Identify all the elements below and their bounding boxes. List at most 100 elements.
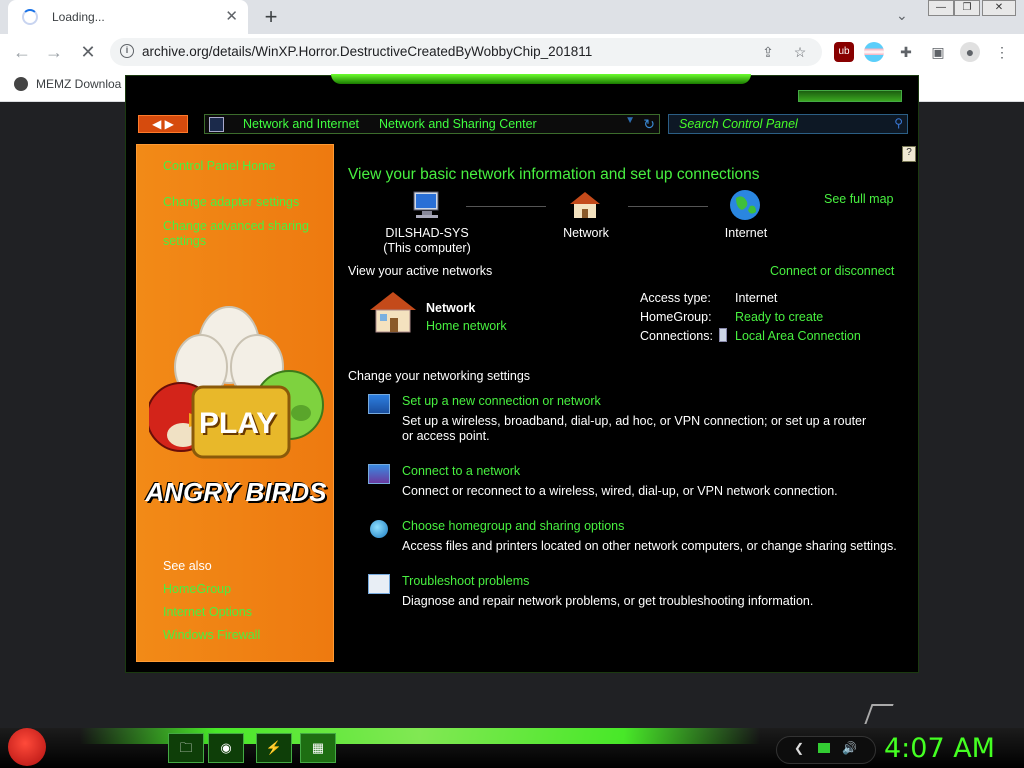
map-node-computer-label: DILSHAD-SYS xyxy=(385,226,469,240)
homegroup-globe-icon xyxy=(370,520,388,538)
homegroup-value-link[interactable]: Ready to create xyxy=(735,310,823,324)
task-troubleshoot-desc: Diagnose and repair network problems, or… xyxy=(402,594,814,608)
browser-tab-strip: Loading... ✕ + ⌄ — ❐ ✕ xyxy=(0,0,1024,34)
internet-globe-icon xyxy=(730,190,760,220)
stop-loading-icon[interactable]: ✕ xyxy=(76,41,100,63)
share-icon[interactable]: ⇪ xyxy=(758,42,778,62)
maximize-button[interactable]: ❐ xyxy=(954,0,980,16)
map-node-network-label: Network xyxy=(563,226,609,240)
tab-title: Loading... xyxy=(52,10,105,24)
side-panel-icon[interactable]: ▣ xyxy=(928,42,948,62)
tray-volume-icon[interactable]: 🔊 xyxy=(842,741,857,755)
bookmark-favicon-icon xyxy=(14,77,28,91)
sidebar-internet-options[interactable]: Internet Options xyxy=(163,605,252,619)
tab-search-chevron-icon[interactable]: ⌄ xyxy=(896,7,908,24)
bookmark-star-icon[interactable]: ☆ xyxy=(790,42,810,62)
connect-disconnect-link[interactable]: Connect or disconnect xyxy=(770,264,894,278)
sidebar-change-adapter-settings[interactable]: Change adapter settings xyxy=(163,195,299,209)
homegroup-key: HomeGroup: xyxy=(640,310,712,324)
window-top-glow xyxy=(331,74,751,84)
taskbar-chrome-icon[interactable]: ◉ xyxy=(208,733,244,763)
page-title: View your basic network information and … xyxy=(348,166,760,183)
back-arrow-icon[interactable]: ← xyxy=(10,41,34,63)
sidebar-windows-firewall[interactable]: Windows Firewall xyxy=(163,628,260,642)
search-placeholder: Search Control Panel xyxy=(679,117,798,131)
help-icon[interactable]: ? xyxy=(902,146,916,162)
connect-network-icon xyxy=(368,464,390,484)
task-setup-connection-desc: Set up a wireless, broadband, dial-up, a… xyxy=(402,414,867,443)
taskbar-clock[interactable]: 4:07 AM xyxy=(884,733,995,764)
task-homegroup-link[interactable]: Choose homegroup and sharing options xyxy=(402,519,624,533)
breadcrumb-network-internet[interactable]: Network and Internet xyxy=(243,117,359,131)
menu-kebab-icon[interactable]: ⋮ xyxy=(992,42,1012,62)
map-link-line xyxy=(466,206,546,207)
task-setup-connection-link[interactable]: Set up a new connection or network xyxy=(402,394,601,408)
new-connection-icon xyxy=(368,394,390,414)
sidebar: Control Panel Home Change adapter settin… xyxy=(136,144,334,662)
connections-key: Connections: xyxy=(640,329,713,343)
see-also-label: See also xyxy=(163,559,212,573)
tray-network-icon[interactable] xyxy=(818,743,830,753)
task-connect-network-link[interactable]: Connect to a network xyxy=(402,464,520,478)
bookmark-item[interactable]: MEMZ Downloa xyxy=(14,77,121,91)
bookmark-label: MEMZ Downloa xyxy=(36,77,122,91)
back-forward-buttons[interactable]: ◀ ▶ xyxy=(138,115,188,133)
control-panel-icon xyxy=(209,117,224,132)
taskbar-network-icon[interactable]: ⚡ xyxy=(256,733,292,763)
browser-toolbar: ← → ✕ i archive.org/details/WinXP.Horror… xyxy=(0,34,1024,70)
task-troubleshoot-link[interactable]: Troubleshoot problems xyxy=(402,574,529,588)
map-link-line xyxy=(628,206,708,207)
tab-close-icon[interactable]: ✕ xyxy=(225,7,238,25)
refresh-icon[interactable]: ↻ xyxy=(643,116,655,133)
explorer-navbar: ◀ ▶ Network and Internet Network and Sha… xyxy=(138,114,908,136)
map-node-computer-sub: (This computer) xyxy=(383,241,471,255)
loading-spinner-icon xyxy=(22,9,38,25)
access-type-value: Internet xyxy=(735,291,778,305)
ublock-extension-icon[interactable]: ub xyxy=(834,42,854,62)
home-network-icon xyxy=(370,292,416,333)
url-text[interactable]: archive.org/details/WinXP.Horror.Destruc… xyxy=(142,44,592,59)
main-content: ? View your basic network information an… xyxy=(334,144,916,664)
search-icon[interactable]: ⚲ xyxy=(894,116,903,130)
network-type-link[interactable]: Home network xyxy=(426,319,507,333)
sidebar-homegroup[interactable]: HomeGroup xyxy=(163,582,231,596)
access-type-key: Access type: xyxy=(640,291,711,305)
mouse-pointer-icon xyxy=(864,704,894,724)
control-panel-window: ◀ ▶ Network and Internet Network and Sha… xyxy=(125,74,919,673)
profile-avatar-icon[interactable]: ● xyxy=(960,42,980,62)
breadcrumb-address-bar[interactable]: Network and Internet Network and Sharing… xyxy=(204,114,660,134)
site-info-icon[interactable]: i xyxy=(120,44,134,58)
start-button-bird-icon[interactable] xyxy=(8,728,46,766)
troubleshoot-icon xyxy=(368,574,390,594)
extensions-puzzle-icon[interactable]: ✚ xyxy=(896,42,916,62)
close-window-button[interactable]: ✕ xyxy=(982,0,1016,16)
change-settings-label: Change your networking settings xyxy=(348,369,531,383)
banner-title-text: ANGRY BIRDS xyxy=(145,477,327,507)
tray-chevron-icon[interactable]: ❮ xyxy=(794,741,804,755)
browser-tab[interactable]: Loading... ✕ xyxy=(8,0,248,34)
sidebar-change-advanced-sharing[interactable]: Change advanced sharing settings xyxy=(163,219,313,249)
new-tab-button[interactable]: + xyxy=(258,4,284,30)
task-homegroup-desc: Access files and printers located on oth… xyxy=(402,539,897,553)
minimize-button[interactable]: — xyxy=(928,0,954,16)
taskbar-explorer-icon[interactable]: 🗀 xyxy=(168,733,204,763)
forward-arrow-icon[interactable]: → xyxy=(42,41,66,63)
house-network-icon xyxy=(570,192,600,218)
ethernet-plug-icon xyxy=(719,328,727,342)
address-dropdown-icon[interactable]: ▼ xyxy=(625,115,635,126)
network-name: Network xyxy=(426,301,476,315)
task-connect-network-desc: Connect or reconnect to a wireless, wire… xyxy=(402,484,838,498)
search-control-panel-input[interactable]: Search Control Panel ⚲ xyxy=(668,114,908,134)
active-networks-label: View your active networks xyxy=(348,264,493,278)
sidebar-control-panel-home[interactable]: Control Panel Home xyxy=(163,159,276,173)
extension-flag-icon[interactable] xyxy=(864,42,884,62)
see-full-map-link[interactable]: See full map xyxy=(824,192,893,206)
computer-icon xyxy=(413,191,439,218)
taskbar-control-panel-icon[interactable]: ▦ xyxy=(300,733,336,763)
map-node-internet-label: Internet xyxy=(724,226,768,240)
window-control-buttons[interactable] xyxy=(798,90,902,102)
breadcrumb-sharing-center[interactable]: Network and Sharing Center xyxy=(379,117,537,131)
local-area-connection-link[interactable]: Local Area Connection xyxy=(735,329,861,343)
banner-play-text: PLAY xyxy=(199,407,277,440)
address-bar[interactable]: i archive.org/details/WinXP.Horror.Destr… xyxy=(110,38,822,66)
